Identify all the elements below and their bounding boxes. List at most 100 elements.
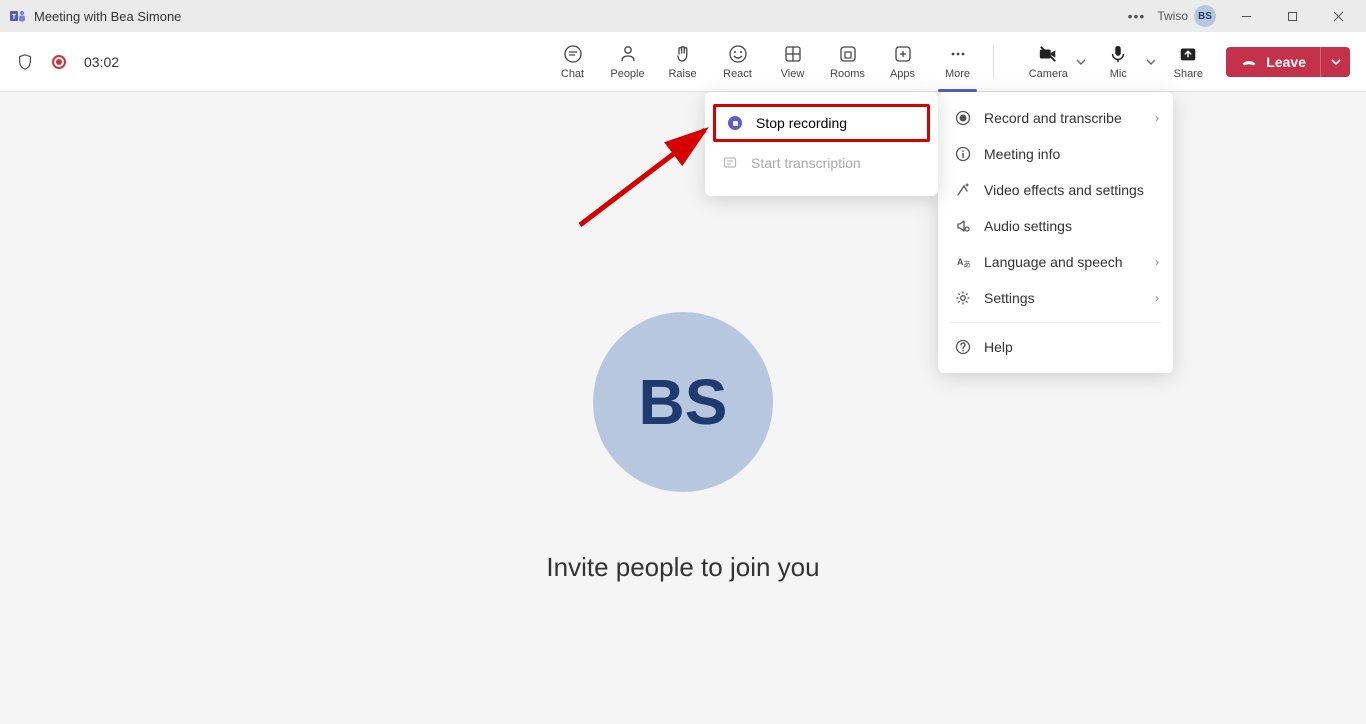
more-button[interactable]: More (930, 34, 985, 90)
raise-hand-icon (673, 44, 693, 64)
meeting-timer: 03:02 (84, 54, 119, 70)
submenu-stop-recording[interactable]: Stop recording (713, 104, 930, 142)
react-icon (728, 44, 748, 64)
menu-meeting-info[interactable]: Meeting info (938, 136, 1173, 172)
rooms-button[interactable]: Rooms (820, 34, 875, 90)
invite-text: Invite people to join you (546, 552, 819, 583)
more-icon (948, 44, 968, 64)
titlebar-avatar: BS (1194, 5, 1216, 27)
share-button[interactable]: Share (1164, 34, 1212, 90)
avatar-initials: BS (639, 365, 728, 439)
audio-settings-icon (954, 217, 972, 235)
more-label: More (945, 68, 970, 80)
rooms-icon (838, 44, 858, 64)
menu-language-speech[interactable]: Aあ Language and speech › (938, 244, 1173, 280)
people-icon (618, 44, 638, 64)
apps-label: Apps (890, 68, 915, 80)
menu-record-label: Record and transcribe (984, 110, 1122, 126)
submenu-stop-label: Stop recording (756, 115, 847, 131)
menu-settings-label: Settings (984, 290, 1035, 306)
meeting-toolbar: 03:02 Chat People Raise React View Rooms (0, 32, 1366, 92)
titlebar-user[interactable]: Twiso BS (1157, 5, 1216, 27)
record-icon (954, 109, 972, 127)
share-icon (1178, 44, 1198, 64)
gear-icon (954, 289, 972, 307)
menu-settings[interactable]: Settings › (938, 280, 1173, 316)
menu-video-effects[interactable]: Video effects and settings (938, 172, 1173, 208)
svg-text:あ: あ (963, 260, 971, 269)
view-label: View (781, 68, 805, 80)
titlebar-left: T Meeting with Bea Simone (10, 8, 181, 24)
leave-chevron[interactable] (1320, 47, 1350, 77)
mic-icon (1108, 44, 1128, 64)
transcription-icon (721, 154, 739, 172)
titlebar-more-icon[interactable]: ••• (1128, 8, 1146, 24)
react-label: React (723, 68, 752, 80)
toolbar-center: Chat People Raise React View Rooms Apps (545, 34, 1002, 90)
toolbar-right: Camera Mic Share Leave (1024, 34, 1350, 90)
maximize-button[interactable] (1272, 2, 1312, 30)
info-icon (954, 145, 972, 163)
camera-chevron[interactable] (1072, 34, 1090, 90)
mic-label: Mic (1110, 68, 1127, 80)
menu-lang-label: Language and speech (984, 254, 1123, 270)
menu-audio-label: Audio settings (984, 218, 1072, 234)
titlebar-user-name: Twiso (1157, 9, 1188, 23)
react-button[interactable]: React (710, 34, 765, 90)
svg-text:T: T (12, 14, 17, 21)
submenu-start-transcription: Start transcription (705, 144, 938, 182)
stop-recording-icon (726, 114, 744, 132)
chevron-right-icon: › (1155, 255, 1159, 269)
people-button[interactable]: People (600, 34, 655, 90)
mic-chevron[interactable] (1142, 34, 1160, 90)
camera-group: Camera (1024, 34, 1090, 90)
more-menu: Record and transcribe › Meeting info Vid… (938, 92, 1173, 373)
chat-icon (563, 44, 583, 64)
toolbar-left: 03:02 (16, 53, 119, 71)
chevron-right-icon: › (1155, 291, 1159, 305)
recording-indicator-icon (52, 55, 66, 69)
hangup-icon (1240, 53, 1258, 71)
toolbar-separator (993, 45, 994, 79)
teams-logo-icon: T (10, 8, 26, 24)
camera-button[interactable]: Camera (1024, 34, 1072, 90)
apps-icon (893, 44, 913, 64)
chat-label: Chat (561, 68, 584, 80)
participant-avatar: BS (593, 312, 773, 492)
window-title: Meeting with Bea Simone (34, 9, 181, 24)
leave-group: Leave (1226, 47, 1350, 77)
mic-button[interactable]: Mic (1094, 34, 1142, 90)
close-button[interactable] (1318, 2, 1358, 30)
menu-help[interactable]: Help (938, 329, 1173, 365)
raise-button[interactable]: Raise (655, 34, 710, 90)
menu-help-label: Help (984, 339, 1013, 355)
menu-audio-settings[interactable]: Audio settings (938, 208, 1173, 244)
record-submenu: Stop recording Start transcription (705, 92, 938, 196)
leave-button[interactable]: Leave (1226, 47, 1320, 77)
menu-info-label: Meeting info (984, 146, 1060, 162)
minimize-button[interactable] (1226, 2, 1266, 30)
menu-record-transcribe[interactable]: Record and transcribe › (938, 100, 1173, 136)
mic-group: Mic (1094, 34, 1160, 90)
view-icon (783, 44, 803, 64)
titlebar: T Meeting with Bea Simone ••• Twiso BS (0, 0, 1366, 32)
camera-label: Camera (1029, 68, 1068, 80)
chevron-right-icon: › (1155, 111, 1159, 125)
share-label: Share (1174, 68, 1203, 80)
chat-button[interactable]: Chat (545, 34, 600, 90)
language-icon: Aあ (954, 253, 972, 271)
view-button[interactable]: View (765, 34, 820, 90)
menu-separator (950, 322, 1161, 323)
video-effects-icon (954, 181, 972, 199)
menu-video-label: Video effects and settings (984, 182, 1144, 198)
help-icon (954, 338, 972, 356)
shield-icon[interactable] (16, 53, 34, 71)
titlebar-right: ••• Twiso BS (1128, 2, 1358, 30)
submenu-transcription-label: Start transcription (751, 155, 861, 171)
people-label: People (610, 68, 644, 80)
rooms-label: Rooms (830, 68, 865, 80)
camera-off-icon (1038, 44, 1058, 64)
leave-label: Leave (1266, 54, 1306, 70)
apps-button[interactable]: Apps (875, 34, 930, 90)
raise-label: Raise (668, 68, 696, 80)
